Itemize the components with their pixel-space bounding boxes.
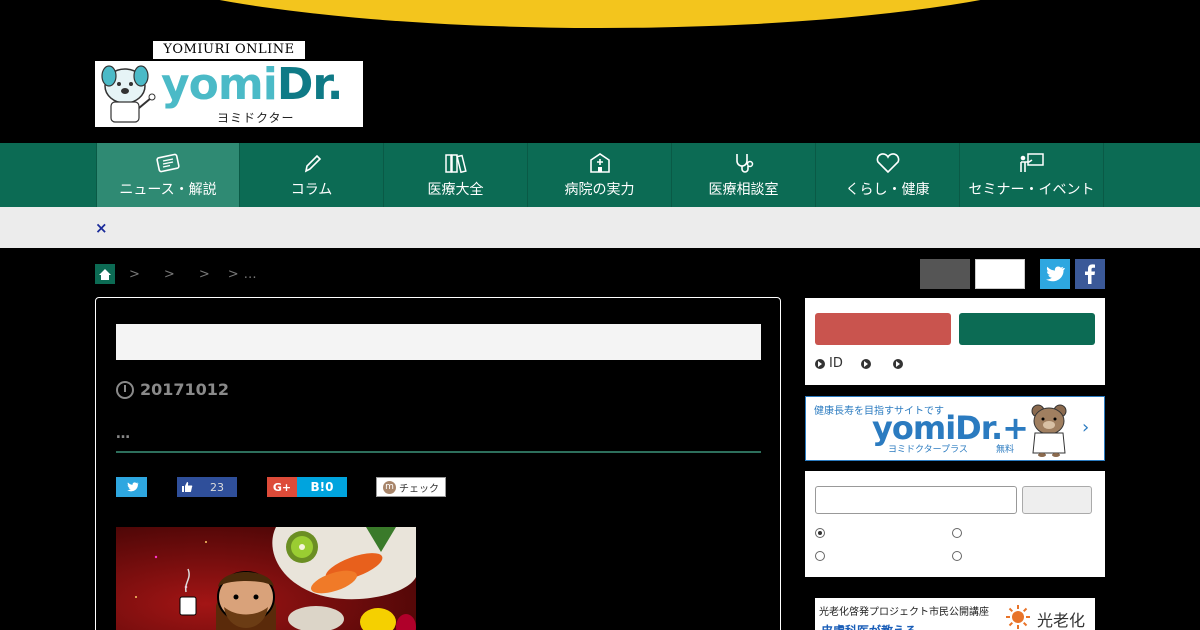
search-radio-option-3[interactable] [815, 551, 825, 561]
banner-free-label: 無料 [996, 445, 1015, 455]
search-button[interactable] [1022, 486, 1092, 514]
facebook-icon [1085, 264, 1095, 284]
like-count: 23 [210, 480, 224, 494]
ad-line-2: 皮膚科医が教える [821, 622, 917, 630]
nav-label: コラム [290, 182, 333, 198]
arrow-circle-icon [815, 358, 825, 369]
nav-item-encyclopedia[interactable]: 医療大全 [384, 143, 528, 207]
nav-item-seminar[interactable]: セミナー・イベント [960, 143, 1104, 207]
logo-box: yomiDr. ヨミドクター [95, 59, 363, 127]
nav-item-column[interactable]: コラム [240, 143, 384, 207]
ad-line-1: 光老化啓発プロジェクト市民公開講座 [819, 607, 989, 618]
doctor-dog-mascot-icon [101, 65, 156, 123]
breadcrumb-separator: > [227, 266, 239, 282]
login-box: ID [805, 298, 1105, 385]
heart-icon [876, 153, 899, 174]
share-twitter-button[interactable] [116, 477, 147, 497]
breadcrumb-current: … [243, 266, 257, 282]
notice-strip: × [0, 207, 1200, 248]
nav-item-hospital[interactable]: 病院の実力 [528, 143, 672, 207]
logo-wordmark-yomi: yomi [161, 59, 278, 110]
article-date-text: 20171012 [140, 380, 230, 399]
twitter-button[interactable] [1040, 259, 1070, 289]
logo-wordmark: yomiDr. [161, 59, 344, 110]
mixi-icon: m [383, 480, 396, 494]
login-links: ID [815, 356, 907, 371]
article-title-box [116, 324, 761, 360]
login-link-id[interactable]: ID [829, 356, 843, 371]
close-icon[interactable]: × [95, 219, 108, 237]
header-yellow-arc [80, 0, 1120, 28]
search-radio-option-4[interactable] [952, 551, 962, 561]
clock-icon [116, 380, 134, 399]
mixi-check-button[interactable]: m チェック [376, 477, 446, 497]
hatena-bookmark-button[interactable]: B!0 [297, 477, 347, 497]
mixi-check-label: チェック [399, 483, 439, 495]
main-nav: ニュース・解説 コラム 医療大全 病院の実力 医療相談室 くらし・健康 セミナー… [0, 143, 1200, 207]
bear-mascot-icon [1031, 404, 1067, 457]
chevron-right-icon: › [1082, 417, 1090, 438]
hero-illustration [116, 527, 416, 630]
newspaper-icon [156, 153, 180, 173]
article-panel: 20171012 … 23 G+ B!0 m チェック [95, 297, 781, 630]
nav-label: ニュース・解説 [119, 182, 217, 198]
facebook-like-button[interactable]: 23 [177, 477, 237, 497]
search-input[interactable] [815, 486, 1017, 514]
logo-katakana: ヨミドクター [217, 111, 295, 125]
hospital-icon [589, 153, 610, 173]
login-button[interactable] [959, 313, 1095, 345]
nav-item-lifestyle[interactable]: くらし・健康 [816, 143, 960, 207]
breadcrumb-separator: > [129, 266, 140, 282]
nav-label: 医療相談室 [708, 182, 779, 198]
thumbs-up-icon [177, 481, 197, 493]
logo-wordmark-dr: Dr. [276, 59, 344, 110]
breadcrumb: > > > > … [95, 264, 257, 284]
divider [116, 451, 761, 453]
site-logo[interactable]: YOMIURI ONLINE yomiDr. ヨミドクター [95, 40, 363, 128]
nav-label: 病院の実力 [564, 182, 635, 198]
stethoscope-icon [735, 154, 753, 173]
font-size-button-dark[interactable] [920, 259, 970, 289]
search-radio-option-2[interactable] [952, 528, 962, 538]
nav-item-consultation[interactable]: 医療相談室 [672, 143, 816, 207]
article-hero-image [116, 527, 416, 630]
breadcrumb-separator: > [198, 266, 210, 282]
breadcrumb-separator: > [163, 266, 175, 282]
logo-yomiuri-online: YOMIURI ONLINE [153, 41, 305, 59]
twitter-icon [1046, 266, 1065, 282]
twitter-icon [126, 482, 138, 492]
search-box [805, 471, 1105, 577]
pencil-icon [304, 154, 321, 173]
register-button[interactable] [815, 313, 951, 345]
books-icon [444, 154, 467, 174]
article-lead: … [116, 426, 131, 442]
ad-brand: 光老化 [1037, 611, 1086, 630]
page: YOMIURI ONLINE yomiDr. ヨミドクター ニュース・解説 コラ… [0, 0, 1200, 630]
nav-label: 医療大全 [427, 182, 484, 198]
share-gplus-hatena-group: G+ B!0 [267, 477, 347, 497]
search-radio-option-1[interactable] [815, 528, 825, 538]
nav-item-news[interactable]: ニュース・解説 [96, 143, 240, 207]
nav-label: セミナー・イベント [968, 182, 1095, 198]
font-size-button-light[interactable] [975, 259, 1025, 289]
nav-label: くらし・健康 [845, 182, 930, 198]
yomidr-plus-banner[interactable]: 健康長寿を目指すサイトです yomiDr.+ ヨミドクタープラス 無料 › [805, 396, 1105, 461]
arrow-circle-icon [892, 358, 903, 369]
google-plus-button[interactable]: G+ [267, 477, 297, 497]
home-icon[interactable] [95, 264, 115, 284]
arrow-circle-icon [860, 358, 871, 369]
photoaging-ad-banner[interactable]: 光老化啓発プロジェクト市民公開講座 皮膚科医が教える 光老化 [815, 598, 1095, 630]
facebook-button[interactable] [1075, 259, 1105, 289]
sun-icon [1006, 605, 1030, 629]
presentation-icon [1019, 153, 1044, 172]
article-date: 20171012 [116, 380, 229, 399]
banner-subtitle: ヨミドクタープラス [888, 445, 968, 455]
